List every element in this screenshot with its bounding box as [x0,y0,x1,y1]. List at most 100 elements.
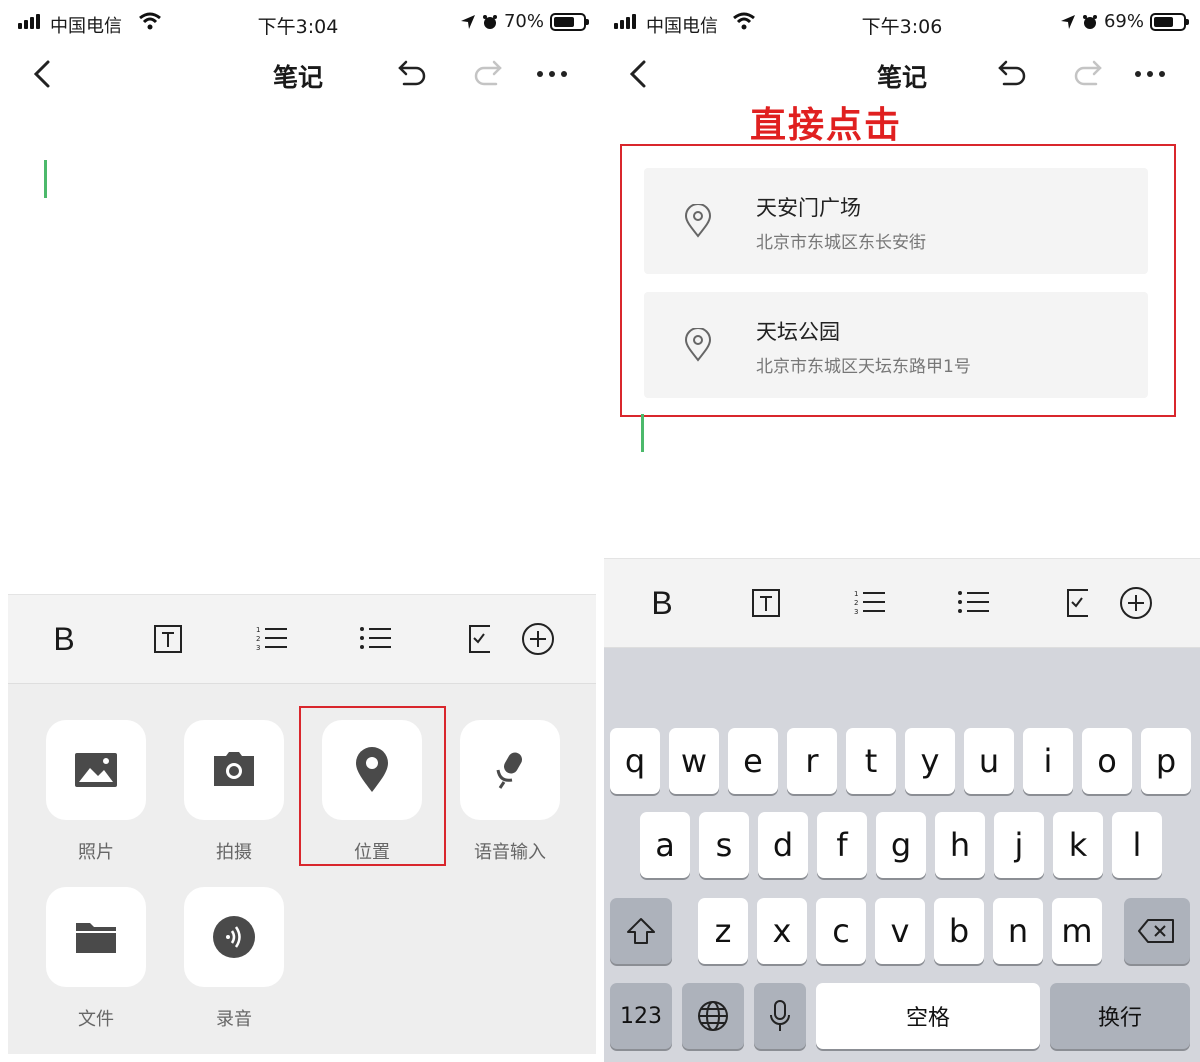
file-tile[interactable] [46,887,146,987]
recording-label: 录音 [216,1009,252,1030]
key-t[interactable]: t [846,728,896,794]
shift-key[interactable] [610,898,672,964]
bullet-list-icon [360,627,391,649]
key-g[interactable]: g [876,812,926,878]
undo-icon[interactable] [996,58,1030,90]
svg-text:2: 2 [854,599,858,607]
redo-icon[interactable] [1070,58,1104,90]
key-x[interactable]: x [757,898,807,964]
key-r[interactable]: r [787,728,837,794]
key-z[interactable]: z [698,898,748,964]
return-key[interactable]: 换行 [1050,983,1190,1049]
key-j[interactable]: j [994,812,1044,878]
key-v[interactable]: v [875,898,925,964]
redo-icon[interactable] [470,58,504,90]
key-p[interactable]: p [1141,728,1191,794]
delete-key[interactable] [1124,898,1190,964]
battery-percent: 69% [1103,11,1144,32]
recording-tile[interactable] [184,887,284,987]
keyboard: qwertyuiop asdfghjkl zxcvbnm 123 空格 换行 [604,648,1200,1062]
text-format-icon [752,589,780,617]
key-d[interactable]: d [758,812,808,878]
bold-button[interactable]: B [642,583,682,623]
shift-icon [627,918,655,944]
globe-key[interactable] [682,983,744,1049]
microphone-icon [770,1000,790,1031]
battery-icon [550,12,589,31]
numbers-key[interactable]: 123 [610,983,672,1049]
voice-input-tile[interactable] [460,720,560,820]
checklist-button[interactable] [460,619,490,659]
bullet-list-icon [958,591,989,613]
attachment-panel: 照片 拍摄 位置 语音输入 文件 录音 [8,684,596,1054]
key-b[interactable]: b [934,898,984,964]
key-u[interactable]: u [964,728,1014,794]
voice-input-label: 语音输入 [474,842,546,863]
location-address: 北京市东城区天坛东路甲1号 [756,357,971,377]
location-item[interactable]: 天坛公园 北京市东城区天坛东路甲1号 [644,292,1148,398]
battery-icon [1150,12,1189,31]
checklist-icon [469,625,490,653]
key-l[interactable]: l [1112,812,1162,878]
photo-tile[interactable] [46,720,146,820]
key-n[interactable]: n [993,898,1043,964]
key-o[interactable]: o [1082,728,1132,794]
plus-circle-icon [1120,587,1152,619]
key-f[interactable]: f [817,812,867,878]
key-q[interactable]: q [610,728,660,794]
key-w[interactable]: w [669,728,719,794]
backspace-icon [1138,919,1174,943]
text-style-button[interactable] [148,619,188,659]
folder-icon [76,923,116,953]
key-m[interactable]: m [1052,898,1102,964]
key-s[interactable]: s [699,812,749,878]
location-arrow-icon [460,14,475,29]
location-pin-icon [684,328,712,362]
camera-tile[interactable] [184,720,284,820]
key-h[interactable]: h [935,812,985,878]
dictation-key[interactable] [754,983,806,1049]
location-address: 北京市东城区东长安街 [756,233,926,253]
right-screen: 中国电信 下午3:06 69% 笔记 直接点击 天安门广场 北京市东城区东长安街… [604,0,1200,1062]
checklist-button[interactable] [1058,583,1088,623]
key-y[interactable]: y [905,728,955,794]
alarm-icon [482,14,497,29]
left-screen: 中国电信 下午3:04 70% 笔记 B 123 照片 拍摄 位置 语音输入 文… [0,0,596,1062]
text-format-icon [154,625,182,653]
battery-percent: 70% [503,11,544,32]
format-toolbar: B 123 [8,594,596,684]
format-toolbar: B 123 [604,558,1200,648]
text-cursor [44,160,47,198]
svg-text:3: 3 [854,608,858,616]
key-c[interactable]: c [816,898,866,964]
numbered-list-button[interactable]: 123 [252,619,292,659]
undo-icon[interactable] [396,58,430,90]
more-icon[interactable] [534,58,570,90]
svg-text:1: 1 [854,590,858,598]
location-name: 天坛公园 [756,320,840,344]
image-icon [75,753,117,787]
bullet-list-button[interactable] [356,619,396,659]
plus-circle-icon [522,623,554,655]
svg-text:2: 2 [256,635,260,643]
annotation-label: 直接点击 [750,105,903,146]
page-title: 笔记 [876,63,927,92]
insert-button[interactable] [1116,583,1156,623]
insert-button[interactable] [518,619,558,659]
numbered-list-icon: 123 [256,626,287,652]
more-icon[interactable] [1132,58,1168,90]
numbered-list-button[interactable]: 123 [850,583,890,623]
bullet-list-button[interactable] [954,583,994,623]
location-highlight-box [299,706,446,866]
key-i[interactable]: i [1023,728,1073,794]
location-item[interactable]: 天安门广场 北京市东城区东长安街 [644,168,1148,274]
svg-text:1: 1 [256,626,260,634]
key-e[interactable]: e [728,728,778,794]
photo-label: 照片 [78,842,114,863]
text-style-button[interactable] [746,583,786,623]
key-k[interactable]: k [1053,812,1103,878]
key-a[interactable]: a [640,812,690,878]
bold-button[interactable]: B [44,619,84,659]
audio-record-icon [213,916,255,958]
space-key[interactable]: 空格 [816,983,1040,1049]
